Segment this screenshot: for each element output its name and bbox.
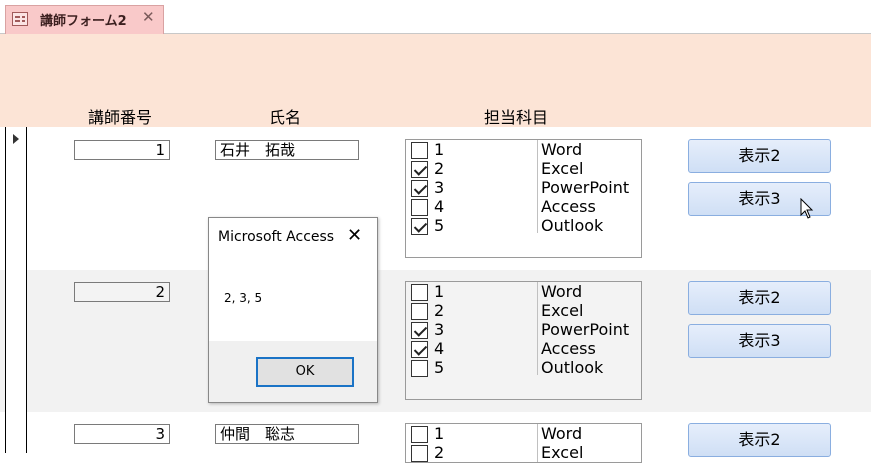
subject-checkbox[interactable] — [411, 199, 428, 216]
check-mark-icon — [413, 162, 428, 176]
dialog-close-icon[interactable]: ✕ — [347, 225, 362, 246]
check-mark-icon — [413, 342, 428, 356]
subject-name: Word — [541, 282, 583, 301]
show2-button[interactable]: 表示2 — [688, 281, 831, 315]
instructor-id-field[interactable]: 2 — [74, 282, 170, 302]
list-item[interactable]: 4 Access — [411, 339, 641, 359]
subject-number: 2 — [434, 301, 445, 320]
list-item[interactable]: 2 Excel — [411, 159, 641, 179]
list-item[interactable]: 2 Excel — [411, 443, 641, 462]
subjects-listbox[interactable]: 1 Word 2 Excel 3 PowerPoint 4 Access 5 O… — [405, 139, 642, 258]
subject-number: 4 — [434, 197, 445, 216]
subject-number: 5 — [434, 216, 445, 235]
form-icon — [12, 12, 28, 26]
subject-name: Excel — [541, 159, 584, 178]
subjects-listbox[interactable]: 1 Word 2 Excel — [405, 423, 642, 463]
show2-button[interactable]: 表示2 — [688, 139, 831, 173]
list-item[interactable]: 4 Access — [411, 197, 641, 217]
subject-name: Outlook — [541, 216, 604, 235]
show2-button[interactable]: 表示2 — [688, 423, 831, 457]
record-selector[interactable] — [5, 269, 27, 412]
list-item[interactable]: 1 Word — [411, 140, 641, 160]
current-record-arrow-icon — [13, 134, 19, 144]
subject-name: Excel — [541, 301, 584, 320]
subject-checkbox[interactable] — [411, 142, 428, 159]
subject-number: 3 — [434, 320, 445, 339]
list-item[interactable]: 1 Word — [411, 282, 641, 302]
subject-name: PowerPoint — [541, 320, 630, 339]
list-item[interactable]: 3 PowerPoint — [411, 178, 641, 198]
subject-number: 1 — [434, 140, 445, 159]
subject-checkbox[interactable] — [411, 426, 428, 443]
record-selector[interactable] — [5, 411, 27, 453]
header-name: 氏名 — [269, 108, 302, 127]
subject-name: Word — [541, 424, 583, 443]
record-selector[interactable] — [5, 127, 27, 270]
subject-number: 1 — [434, 424, 445, 443]
show3-button[interactable]: 表示3 — [688, 324, 831, 358]
subject-number: 1 — [434, 282, 445, 301]
check-mark-icon — [413, 219, 428, 233]
subject-checkbox[interactable] — [411, 303, 428, 320]
tab-title: 講師フォーム2 — [40, 14, 127, 29]
ok-button[interactable]: OK — [256, 357, 354, 387]
instructor-id-field[interactable]: 3 — [74, 424, 170, 444]
subject-checkbox[interactable] — [411, 180, 428, 197]
subject-name: Outlook — [541, 358, 604, 377]
subject-checkbox[interactable] — [411, 341, 428, 358]
subject-checkbox[interactable] — [411, 284, 428, 301]
list-item[interactable]: 3 PowerPoint — [411, 320, 641, 340]
subject-number: 3 — [434, 178, 445, 197]
dialog-footer: OK — [209, 341, 377, 402]
subject-name: Access — [541, 197, 596, 216]
subject-checkbox[interactable] — [411, 218, 428, 235]
subject-number: 4 — [434, 339, 445, 358]
instructor-name-field[interactable]: 仲間 聡志 — [215, 424, 359, 444]
subject-checkbox[interactable] — [411, 360, 428, 377]
dialog-message: 2, 3, 5 — [224, 291, 263, 305]
subject-number: 5 — [434, 358, 445, 377]
list-item[interactable]: 1 Word — [411, 424, 641, 444]
list-item[interactable]: 5 Outlook — [411, 358, 641, 378]
subject-name: Access — [541, 339, 596, 358]
instructor-name-field[interactable]: 石井 拓哉 — [215, 140, 359, 160]
check-mark-icon — [413, 181, 428, 195]
subject-checkbox[interactable] — [411, 322, 428, 339]
subject-name: PowerPoint — [541, 178, 630, 197]
message-dialog: Microsoft Access ✕ 2, 3, 5 OK — [208, 217, 378, 403]
subject-checkbox[interactable] — [411, 161, 428, 178]
subjects-listbox[interactable]: 1 Word 2 Excel 3 PowerPoint 4 Access 5 O… — [405, 281, 642, 400]
subject-number: 2 — [434, 159, 445, 178]
mouse-cursor-icon — [800, 198, 814, 219]
subject-name: Word — [541, 140, 583, 159]
header-instructor-id: 講師番号 — [88, 108, 153, 127]
subject-checkbox[interactable] — [411, 445, 428, 462]
tab-close-icon[interactable]: ✕ — [142, 8, 155, 26]
list-item[interactable]: 5 Outlook — [411, 216, 641, 236]
tab-instructor-form2[interactable]: 講師フォーム2 ✕ — [5, 5, 164, 34]
instructor-id-field[interactable]: 1 — [74, 140, 170, 160]
list-item[interactable]: 2 Excel — [411, 301, 641, 321]
dialog-title: Microsoft Access — [218, 229, 335, 245]
header-subjects: 担当科目 — [484, 108, 549, 127]
check-mark-icon — [413, 323, 428, 337]
